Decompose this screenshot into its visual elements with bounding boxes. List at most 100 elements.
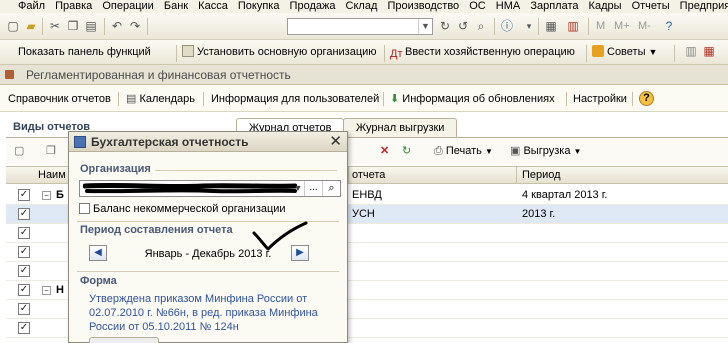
user-info-button[interactable]: Информация для пользователей	[211, 92, 379, 106]
enter-operation-button[interactable]: Дт Ввести хозяйственную операцию	[390, 45, 575, 60]
menu-cash[interactable]: Касса	[198, 0, 228, 13]
show-panel-label: Показать панель функций	[18, 46, 151, 58]
menu-purchase[interactable]: Покупка	[238, 0, 280, 13]
accounting-report-dialog: Бухгалтерская отчетность ✕ Организация ▼…	[68, 131, 348, 343]
copy-icon[interactable]: ❐	[46, 144, 56, 158]
help-icon[interactable]: ?	[662, 19, 676, 33]
extra-toolbar-icon[interactable]: ▥	[684, 44, 698, 58]
open-icon[interactable]: ▰	[24, 19, 38, 33]
menu-salary[interactable]: Зарплата	[530, 0, 578, 13]
delete-icon[interactable]: ✕	[380, 144, 389, 158]
menu-production[interactable]: Производство	[387, 0, 459, 13]
refresh-icon[interactable]: ↻	[402, 144, 411, 158]
undo-icon[interactable]: ↶	[110, 19, 124, 33]
row-checkbox[interactable]: ✓	[18, 265, 30, 277]
row-checkbox[interactable]: ✓	[18, 208, 30, 220]
column-name[interactable]: Наим	[38, 169, 66, 181]
search-prev-icon[interactable]: ↺	[456, 19, 470, 33]
dialog-button[interactable]	[89, 337, 159, 343]
info-icon[interactable]: ⓘ	[500, 19, 514, 33]
updates-button[interactable]: ⬇ Информация об обновлениях	[390, 92, 555, 106]
menu-reports[interactable]: Отчеты	[632, 0, 670, 13]
form-approval-link[interactable]: Утверждена приказом Минфина России от 02…	[89, 292, 319, 334]
column-period[interactable]: Период	[522, 169, 561, 181]
extra-toolbar-icon[interactable]: ▦	[702, 44, 716, 58]
search-input[interactable]: ▼	[287, 18, 433, 35]
print-button[interactable]: ⎙ Печать ▼	[434, 144, 493, 159]
menu-warehouse[interactable]: Склад	[346, 0, 378, 13]
column-report[interactable]: отчета	[352, 169, 385, 181]
row-checkbox[interactable]: ✓	[18, 227, 30, 239]
search-icon[interactable]: ⌕	[322, 181, 340, 196]
settings-label: Настройки	[573, 93, 627, 105]
toolbar-separator	[203, 92, 204, 106]
collapse-icon[interactable]: −	[42, 191, 51, 200]
toolbar-separator	[586, 45, 587, 62]
row-checkbox[interactable]: ✓	[18, 303, 30, 315]
search-icon[interactable]: ⌕	[474, 19, 488, 33]
calendar-icon[interactable]: ▥	[566, 19, 580, 33]
collapse-icon[interactable]: −	[42, 286, 51, 295]
main-menu: Файл Правка Операции Банк Касса Покупка …	[0, 0, 728, 13]
select-button[interactable]: ...	[304, 181, 322, 196]
new-doc-icon[interactable]: ▢	[14, 144, 24, 158]
download-icon: ⬇	[390, 93, 400, 105]
menu-file[interactable]: Файл	[18, 0, 45, 13]
menu-intangibles[interactable]: НМА	[496, 0, 520, 13]
paste-icon[interactable]: ▤	[84, 19, 98, 33]
new-doc-icon[interactable]: ▢	[6, 19, 20, 33]
chevron-down-icon[interactable]: ▼	[418, 19, 432, 34]
dialog-titlebar[interactable]: Бухгалтерская отчетность ✕	[69, 132, 347, 152]
period-group-label: Период составления отчета	[80, 224, 233, 236]
m-minus-icon[interactable]: M-	[638, 19, 651, 33]
menu-bank[interactable]: Банк	[164, 0, 188, 13]
tab-export-journal[interactable]: Журнал выгрузки	[343, 118, 458, 138]
menu-sale[interactable]: Продажа	[290, 0, 336, 13]
organization-group-label: Организация	[80, 163, 151, 175]
close-icon[interactable]: ✕	[329, 133, 342, 150]
info-dropdown-icon[interactable]: ▾	[522, 19, 536, 33]
group-name: Н	[56, 284, 64, 296]
m-plus-icon[interactable]: M+	[614, 19, 630, 33]
tab-label: Журнал выгрузки	[356, 122, 445, 134]
directory-button[interactable]: Справочник отчетов	[8, 92, 111, 106]
tips-button[interactable]: Советы ▼	[592, 45, 657, 60]
enter-operation-label: Ввести хозяйственную операцию	[405, 46, 575, 58]
redo-icon[interactable]: ↷	[128, 19, 142, 33]
help-icon[interactable]: ?	[639, 91, 654, 106]
cut-icon[interactable]: ✂	[48, 19, 62, 33]
copy-icon[interactable]: ❐	[66, 19, 80, 33]
menu-operations[interactable]: Операции	[102, 0, 153, 13]
toolbar-separator	[176, 45, 177, 62]
calendar-button[interactable]: ▤ Календарь	[126, 92, 195, 106]
menu-hr[interactable]: Кадры	[589, 0, 622, 13]
row-checkbox[interactable]: ✓	[18, 322, 30, 334]
set-main-org-button[interactable]: Установить основную организацию	[182, 45, 377, 60]
row-checkbox[interactable]: ✓	[18, 284, 30, 296]
organization-field[interactable]: ▼ ... ⌕	[79, 180, 341, 197]
settings-button[interactable]: Настройки	[573, 92, 627, 106]
report-icon	[74, 136, 86, 148]
menu-fixed-assets[interactable]: ОС	[469, 0, 486, 13]
m-icon[interactable]: M	[596, 19, 605, 33]
search-next-icon[interactable]: ↻	[438, 19, 452, 33]
menu-enterprise[interactable]: Предприятие	[680, 0, 728, 13]
toolbar-separator	[147, 18, 148, 35]
form-command-bar: Справочник отчетов ▤ Календарь Информаци…	[0, 86, 728, 112]
row-checkbox[interactable]: ✓	[18, 246, 30, 258]
show-panel-button[interactable]: Показать панель функций	[18, 45, 151, 60]
period-next-button[interactable]: ▶	[291, 245, 309, 261]
toolbar-separator	[566, 92, 567, 106]
calculator-icon[interactable]: ▦	[544, 19, 558, 33]
row-checkbox[interactable]: ✓	[18, 189, 30, 201]
menu-edit[interactable]: Правка	[55, 0, 92, 13]
calendar-label: Календарь	[139, 93, 195, 105]
period-cell: 2013 г.	[522, 208, 556, 220]
chevron-down-icon[interactable]: ▼	[292, 181, 304, 196]
toolbar-separator	[632, 92, 633, 106]
checkbox-box[interactable]	[79, 203, 90, 214]
export-button[interactable]: ▣ Выгрузка ▼	[510, 144, 581, 159]
period-prev-button[interactable]: ◀	[89, 245, 107, 261]
nonprofit-checkbox[interactable]: Баланс некоммерческой организации	[79, 203, 286, 215]
period-cell: 4 квартал 2013 г.	[522, 189, 608, 201]
